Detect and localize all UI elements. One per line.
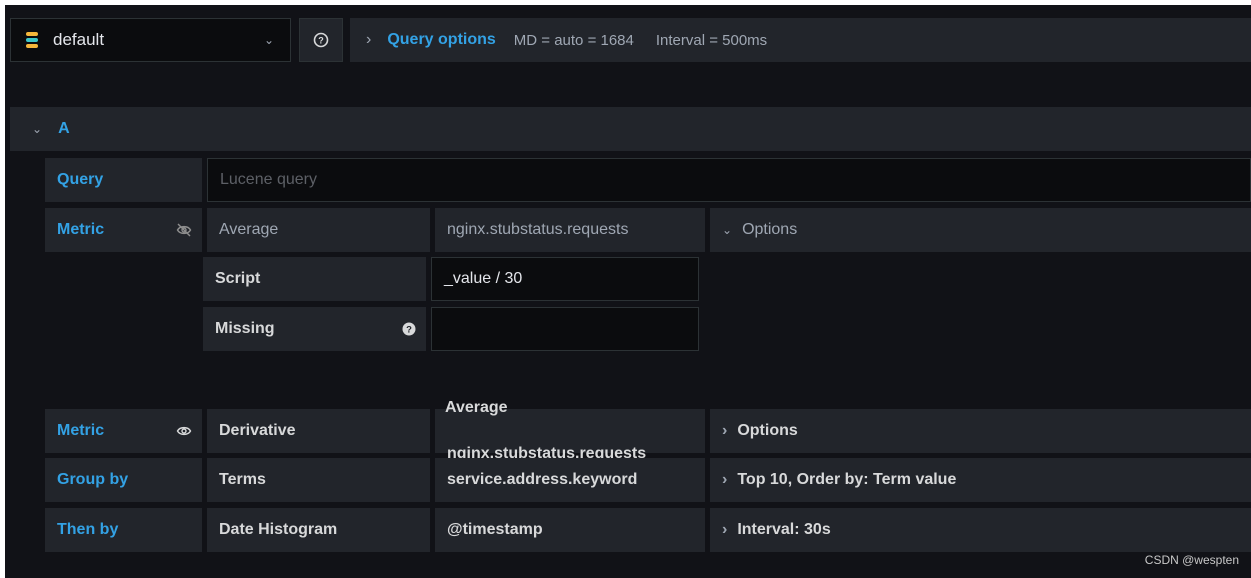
group-by-options-label: Top 10, Order by: Term value bbox=[737, 471, 957, 488]
script-input[interactable]: _value / 30 bbox=[431, 257, 699, 301]
database-icon bbox=[25, 31, 39, 49]
then-by-label: Then by bbox=[45, 508, 202, 552]
chevron-right-icon: › bbox=[722, 422, 728, 439]
lucene-query-input[interactable]: Lucene query bbox=[207, 158, 1251, 202]
metric-options-toggle[interactable]: ⌄ Options bbox=[710, 208, 1251, 252]
missing-input[interactable] bbox=[431, 307, 699, 351]
max-data-points-text: MD = auto = 1684 bbox=[513, 31, 634, 49]
help-button[interactable]: ? bbox=[299, 18, 343, 62]
metric-2-aggregation[interactable]: Derivative bbox=[207, 409, 430, 453]
metric-label: Metric bbox=[45, 208, 202, 252]
lucene-query-placeholder: Lucene query bbox=[220, 171, 317, 188]
group-by-aggregation[interactable]: Terms bbox=[207, 458, 430, 502]
chevron-down-icon: ⌄ bbox=[722, 223, 733, 237]
query-label: Query bbox=[45, 158, 202, 202]
interval-text: Interval = 500ms bbox=[655, 31, 768, 49]
query-editor: default ⌄ ? › Query options MD = auto = … bbox=[5, 5, 1251, 578]
chevron-down-icon: ⌄ bbox=[263, 33, 274, 47]
script-label: Script bbox=[203, 257, 426, 301]
svg-text:?: ? bbox=[406, 325, 412, 336]
chevron-down-icon: ⌄ bbox=[32, 122, 43, 136]
query-row-header[interactable]: ⌄ A bbox=[10, 107, 1251, 151]
missing-label: Missing ? bbox=[203, 307, 426, 351]
metric-2-label: Metric bbox=[45, 409, 202, 453]
eye-slash-icon[interactable] bbox=[176, 222, 192, 238]
metric-2-options-toggle[interactable]: › Options bbox=[710, 409, 1251, 453]
metric-2-options-label: Options bbox=[737, 422, 798, 439]
eye-icon[interactable] bbox=[176, 423, 192, 439]
question-circle-icon: ? bbox=[313, 32, 329, 48]
svg-text:?: ? bbox=[318, 36, 324, 46]
metric-aggregation[interactable]: Average bbox=[207, 208, 430, 252]
query-options-bar[interactable]: › Query options MD = auto = 1684 Interva… bbox=[350, 18, 1251, 62]
group-by-options-toggle[interactable]: › Top 10, Order by: Term value bbox=[710, 458, 1251, 502]
then-by-field[interactable]: @timestamp bbox=[435, 508, 705, 552]
chevron-right-icon: › bbox=[366, 31, 372, 48]
question-circle-icon[interactable]: ? bbox=[402, 322, 416, 336]
watermark: CSDN @wespten bbox=[1144, 553, 1239, 567]
group-by-field[interactable]: service.address.keyword bbox=[435, 458, 705, 502]
metric-2-source-line-2: nginx.stubstatus.requests bbox=[447, 445, 647, 459]
datasource-name: default bbox=[53, 30, 105, 49]
chevron-right-icon: › bbox=[722, 471, 728, 488]
query-options-label: Query options bbox=[387, 31, 496, 48]
datasource-picker[interactable]: default ⌄ bbox=[10, 18, 291, 62]
then-by-options-label: Interval: 30s bbox=[737, 521, 831, 538]
metric-options-label: Options bbox=[742, 221, 798, 238]
query-row-letter: A bbox=[58, 120, 70, 137]
metric-field[interactable]: nginx.stubstatus.requests bbox=[435, 208, 705, 252]
group-by-label: Group by bbox=[45, 458, 202, 502]
chevron-right-icon: › bbox=[722, 521, 728, 538]
then-by-aggregation[interactable]: Date Histogram bbox=[207, 508, 430, 552]
then-by-options-toggle[interactable]: › Interval: 30s bbox=[710, 508, 1251, 552]
metric-2-source-line-1: Average bbox=[445, 399, 508, 416]
